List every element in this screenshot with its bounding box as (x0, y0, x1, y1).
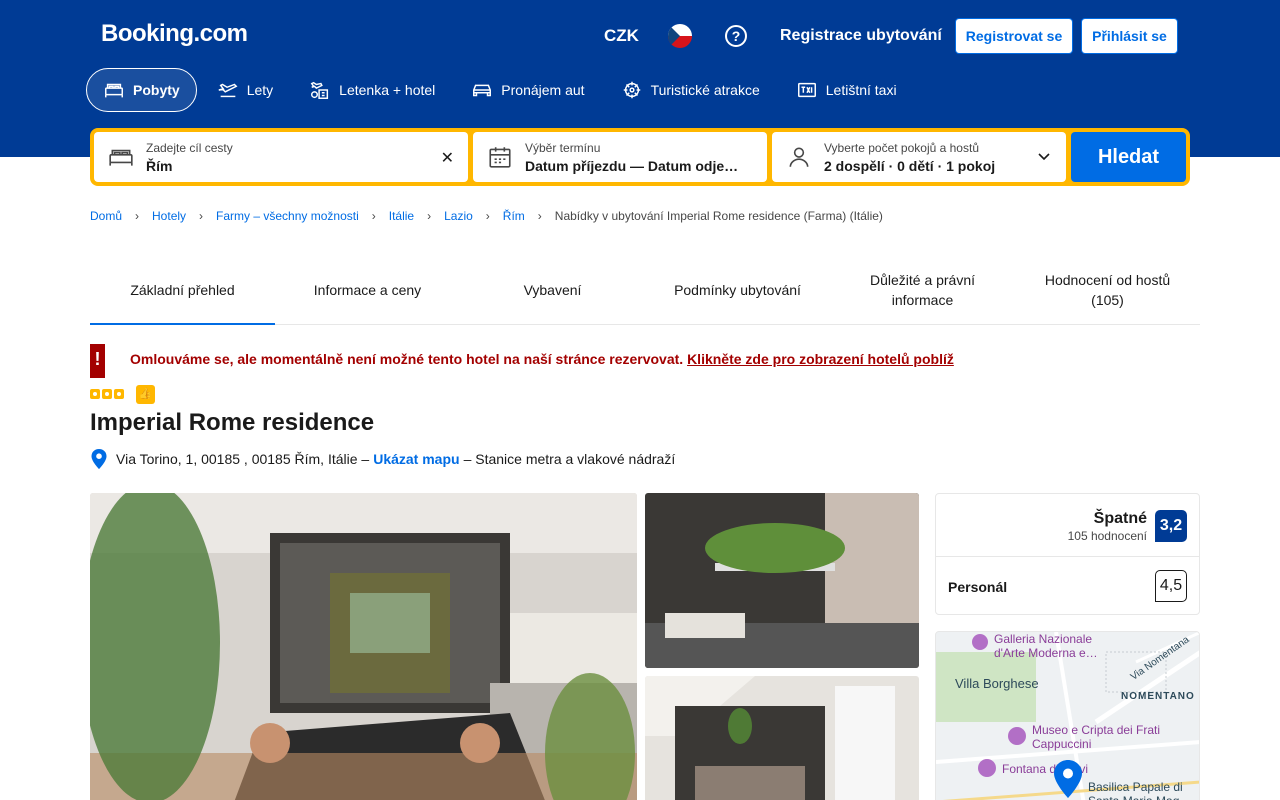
breadcrumb-link[interactable]: Lazio (444, 209, 473, 223)
thumbs-up-icon[interactable]: 👍 (136, 385, 155, 404)
tab-info-prices[interactable]: Informace a ceny (275, 256, 460, 324)
chevron-right-icon: › (135, 209, 140, 223)
breadcrumb-link[interactable]: Itálie (389, 209, 414, 223)
destination-input[interactable]: Řím (146, 158, 172, 174)
breadcrumb-link[interactable]: Domů (90, 209, 122, 223)
transport-text: – Stanice metra a vlakové nádraží (463, 451, 676, 467)
login-button[interactable]: Přihlásit se (1081, 18, 1178, 54)
museum-icon (972, 634, 988, 650)
nav-tab-label: Pronájem aut (501, 82, 585, 98)
breadcrumb-link[interactable]: Farmy – všechny možnosti (216, 209, 359, 223)
nav-tab-label: Lety (246, 82, 274, 98)
tab-house-rules[interactable]: Podmínky ubytování (645, 256, 830, 324)
rating-word: Špatné (1093, 510, 1147, 527)
star-icon (102, 389, 112, 399)
dates-value[interactable]: Datum příjezdu — Datum odje… (525, 158, 738, 174)
staff-score-badge: 4,5 (1155, 570, 1187, 602)
breadcrumb-current: Nabídky v ubytování Imperial Rome reside… (554, 209, 883, 223)
calendar-icon (489, 147, 511, 168)
breadcrumb: Domů › Hotely › Farmy – všechny možnosti… (90, 209, 883, 223)
map-label: Basilica Papale di Santa Maria Mag… (1088, 780, 1191, 800)
review-score-badge: 3,2 (1155, 510, 1187, 542)
nav-tab-attractions[interactable]: Turistické atrakce (605, 68, 776, 112)
hotel-name: Imperial Rome residence (90, 409, 375, 436)
product-nav: Pobyty Lety Letenka + hotel Pronájem aut… (86, 68, 917, 112)
guests-label: Vyberte počet pokojů a hostů (824, 141, 979, 155)
staff-score-label: Personál (948, 579, 1008, 595)
dates-field[interactable]: Výběr termínu Datum příjezdu — Datum odj… (473, 132, 767, 182)
nav-tab-flight-hotel[interactable]: Letenka + hotel (293, 68, 451, 112)
plane-hotel-icon (310, 81, 329, 99)
nav-tab-label: Letištní taxi (825, 82, 897, 98)
show-map-link[interactable]: Ukázat mapu (373, 451, 459, 467)
location-pin-icon (91, 449, 107, 469)
nearby-hotels-link[interactable]: Klikněte zde pro zobrazení hotelů poblíž (687, 351, 954, 367)
location-map[interactable]: Galleria Nazionale d'Arte Moderna e… Vil… (935, 631, 1200, 800)
tab-overview[interactable]: Základní přehled (90, 256, 275, 325)
alert-icon: ! (90, 344, 105, 378)
currency-selector[interactable]: CZK (604, 26, 639, 46)
nav-tab-label: Turistické atrakce (650, 82, 760, 98)
unavailable-alert: Omlouváme se, ale momentálně není možné … (130, 351, 954, 367)
chevron-right-icon: › (537, 209, 542, 223)
alert-message: Omlouváme se, ale momentálně není možné … (130, 351, 684, 367)
breadcrumb-link[interactable]: Řím (503, 209, 525, 223)
gallery-photo[interactable] (645, 676, 919, 800)
property-tabs: Základní přehled Informace a ceny Vybave… (90, 256, 1200, 325)
gallery-photo[interactable] (645, 493, 919, 668)
guests-field[interactable]: Vyberte počet pokojů a hostů 2 dospělí ·… (772, 132, 1066, 182)
map-label: NOMENTANO (1121, 691, 1195, 702)
review-score-block: Špatné 105 hodnocení 3,2 (936, 494, 1199, 557)
person-icon (789, 147, 809, 167)
destination-field[interactable]: Zadejte cíl cesty Řím ✕ (94, 132, 468, 182)
clear-icon[interactable]: ✕ (441, 148, 454, 168)
nav-tab-stays[interactable]: Pobyty (86, 68, 197, 112)
search-bar: Zadejte cíl cesty Řím ✕ Výběr termínu Da… (90, 128, 1190, 186)
nav-tab-flights[interactable]: Lety (201, 68, 289, 112)
nav-tab-car-rental[interactable]: Pronájem aut (455, 68, 600, 112)
chevron-right-icon: › (485, 209, 490, 223)
destination-label: Zadejte cíl cesty (146, 141, 233, 155)
guests-value[interactable]: 2 dospělí · 0 dětí · 1 pokoj (824, 158, 995, 174)
plane-icon (218, 83, 238, 98)
list-property-link[interactable]: Registrace ubytování (780, 27, 942, 45)
map-label: Museo e Cripta dei Frati Cappuccini (1032, 723, 1161, 751)
tab-fine-print[interactable]: Důležité a právní informace (830, 256, 1015, 324)
dates-label: Výběr termínu (525, 141, 601, 155)
chevron-right-icon: › (371, 209, 376, 223)
map-label: Galleria Nazionale d'Arte Moderna e… (994, 632, 1098, 660)
nav-tab-label: Pobyty (133, 82, 180, 98)
address-text: Via Torino, 1, 00185 , 00185 Řím, Itálie… (116, 451, 370, 467)
main-photo[interactable] (90, 493, 637, 800)
bed-icon (109, 149, 133, 166)
tab-facilities[interactable]: Vybavení (460, 256, 645, 324)
rating-card[interactable]: Špatné 105 hodnocení 3,2 Personál 4,5 (935, 493, 1200, 615)
breadcrumb-link[interactable]: Hotely (152, 209, 186, 223)
nav-tab-label: Letenka + hotel (339, 82, 436, 98)
bed-icon (105, 83, 123, 98)
star-rating (90, 389, 124, 399)
attractions-icon (623, 81, 640, 99)
register-button[interactable]: Registrovat se (955, 18, 1073, 54)
star-icon (114, 389, 124, 399)
car-icon (473, 84, 492, 97)
tab-guest-reviews[interactable]: Hodnocení od hostů (105) (1015, 256, 1200, 324)
chevron-down-icon (1038, 153, 1050, 161)
map-label: Villa Borghese (955, 676, 1039, 691)
help-icon[interactable]: ? (725, 25, 747, 47)
booking-logo[interactable]: Booking.com (101, 20, 248, 48)
landmark-icon (978, 759, 996, 777)
review-count: 105 hodnocení (1067, 529, 1147, 543)
nav-tab-airport-taxi[interactable]: Letištní taxi (780, 68, 913, 112)
star-icon (90, 389, 100, 399)
taxi-icon (797, 82, 816, 98)
chevron-right-icon: › (427, 209, 432, 223)
chevron-right-icon: › (199, 209, 204, 223)
czech-flag-icon[interactable] (668, 24, 692, 48)
search-button[interactable]: Hledat (1071, 132, 1186, 182)
location-pin-icon (1054, 760, 1082, 798)
hotel-address: Via Torino, 1, 00185 , 00185 Řím, Itálie… (90, 449, 675, 469)
museum-icon (1008, 727, 1026, 745)
